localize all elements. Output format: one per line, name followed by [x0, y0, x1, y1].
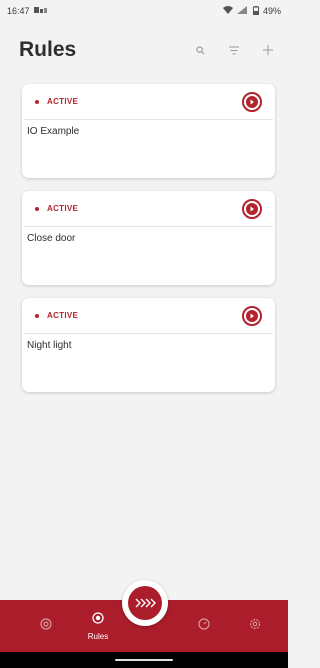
rule-card[interactable]: ACTIVE Close door [22, 191, 275, 285]
notification-icon [33, 6, 48, 16]
status-dot-icon [35, 99, 39, 104]
play-icon [246, 202, 258, 215]
rule-card-header: ACTIVE [24, 84, 273, 120]
rules-icon [92, 611, 104, 629]
home-gesture-handle[interactable] [115, 659, 173, 661]
clock-icon [198, 617, 210, 635]
rule-card[interactable]: ACTIVE IO Example [22, 84, 275, 178]
status-right: 49% [222, 5, 281, 17]
nav-label-rules: Rules [87, 632, 109, 641]
nav-item-clock[interactable] [192, 600, 216, 652]
status-dot-icon [35, 206, 39, 211]
status-dot-icon [35, 313, 39, 318]
status-time: 16:47 [7, 6, 30, 16]
rule-status: ACTIVE [47, 97, 79, 106]
run-rule-button[interactable] [242, 91, 262, 112]
page-title: Rules [19, 38, 77, 61]
nav-item-rules[interactable]: Rules [78, 600, 118, 652]
signal-icon [236, 6, 249, 16]
home-icon [40, 617, 52, 635]
wifi-icon [222, 6, 233, 16]
rule-name: Night light [27, 340, 72, 351]
sort-icon[interactable] [226, 42, 242, 58]
run-rule-button[interactable] [242, 305, 262, 326]
battery-level: 49% [262, 6, 281, 16]
add-icon[interactable] [260, 42, 276, 58]
play-icon [246, 309, 258, 322]
status-bar: 16:47 49% [0, 0, 288, 22]
battery-icon [252, 5, 259, 17]
run-rule-button[interactable] [242, 198, 262, 219]
play-icon [246, 95, 258, 108]
rule-card[interactable]: ACTIVE Night light [22, 298, 275, 392]
center-fab-button[interactable] [122, 580, 168, 626]
search-icon[interactable] [192, 42, 208, 58]
nav-item-home[interactable] [34, 600, 58, 652]
rules-list: ACTIVE IO Example ACTIVE Close door ACTI… [22, 84, 275, 405]
rule-card-header: ACTIVE [24, 191, 273, 227]
gesture-bar [0, 652, 288, 668]
rule-status: ACTIVE [47, 311, 79, 320]
app-header: Rules [0, 30, 288, 70]
wireless-signal-icon [128, 586, 162, 620]
rule-name: Close door [27, 233, 76, 244]
settings-icon [249, 617, 261, 635]
rule-card-header: ACTIVE [24, 298, 273, 334]
rule-name: IO Example [27, 126, 80, 137]
status-left: 16:47 [7, 6, 48, 16]
nav-item-settings[interactable] [243, 600, 267, 652]
header-actions [192, 42, 276, 58]
rule-status: ACTIVE [47, 204, 79, 213]
